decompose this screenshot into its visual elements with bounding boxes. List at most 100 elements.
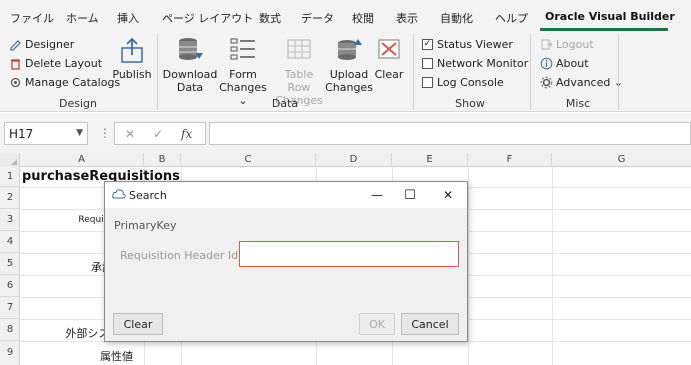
eraser-icon (372, 34, 406, 66)
row-header[interactable]: 6 (0, 275, 20, 297)
row-header[interactable]: 7 (0, 297, 20, 319)
column-header[interactable]: B (144, 153, 181, 167)
tab-data[interactable]: データ (301, 10, 334, 26)
log-console-checkbox[interactable]: Log Console (422, 73, 504, 91)
ribbon: Designer Delete Layout Manage Catalogs P… (0, 32, 691, 120)
row-header[interactable]: 9 (0, 341, 20, 365)
designer-label: Designer (25, 37, 75, 51)
publish-button[interactable]: Publish (112, 34, 152, 81)
tab-review[interactable]: 校閲 (352, 10, 374, 26)
column-header[interactable]: C (181, 153, 316, 167)
dialog-titlebar[interactable]: Search — ☐ ✕ (105, 182, 467, 208)
row-header[interactable]: 1 (0, 167, 20, 187)
clear-button[interactable]: Clear (372, 34, 406, 81)
tab-page-layout[interactable]: ページ レイアウト (162, 10, 253, 26)
logout-icon (540, 38, 553, 51)
database-upload-icon (332, 34, 366, 66)
designer-button[interactable]: Designer (9, 35, 74, 53)
cancel-entry-icon[interactable]: ✕ (125, 127, 135, 141)
data-group-label: Data (271, 97, 299, 110)
tab-help[interactable]: ヘルプ (495, 10, 528, 26)
gear-icon (540, 76, 553, 89)
upload-changes-label-1: Upload (329, 68, 369, 81)
form-changes-label-1: Form (229, 68, 257, 81)
dialog-title: Search (129, 189, 167, 202)
manage-catalogs-label: Manage Catalogs (25, 75, 121, 89)
table-grid-icon (282, 34, 316, 66)
delete-layout-button[interactable]: Delete Layout (9, 54, 102, 72)
designer-icon (9, 38, 22, 51)
ok-button[interactable]: OK (359, 313, 395, 335)
search-dialog: Search — ☐ ✕ PrimaryKey Requisition Head… (104, 181, 468, 342)
row-headers: 1 2 3 4 5 6 7 8 9 (0, 167, 20, 365)
tab-home[interactable]: ホーム (66, 10, 99, 26)
tab-insert[interactable]: 挿入 (117, 10, 139, 26)
column-header[interactable]: F (468, 153, 552, 167)
tab-oracle-visual-builder[interactable]: Oracle Visual Builder (545, 10, 675, 23)
publish-label: Publish (112, 68, 152, 81)
more-options-icon[interactable]: ⋮ (99, 126, 111, 140)
row-header[interactable]: 4 (0, 231, 20, 253)
dialog-clear-button[interactable]: Clear (113, 313, 163, 335)
row-header[interactable]: 8 (0, 319, 20, 341)
column-header[interactable]: A (20, 153, 144, 167)
row-header[interactable]: 5 (0, 253, 20, 275)
row-header[interactable]: 2 (0, 187, 20, 209)
download-data-label-2: Data (176, 81, 204, 94)
column-header[interactable]: D (316, 153, 392, 167)
tab-file[interactable]: ファイル (10, 10, 54, 26)
network-monitor-label: Network Monitor (437, 56, 529, 70)
group-divider (157, 34, 158, 110)
grid-line (552, 167, 553, 365)
requisition-header-id-input[interactable] (239, 241, 459, 267)
status-viewer-checkbox[interactable]: ✓ Status Viewer (422, 35, 513, 53)
tab-automate[interactable]: 自動化 (440, 10, 473, 26)
logout-label: Logout (556, 37, 594, 51)
column-headers: A B C D E F G (0, 153, 691, 167)
clear-label: Clear (374, 68, 404, 81)
minimize-icon[interactable]: — (362, 185, 392, 205)
name-box[interactable]: H17 ▼ (4, 122, 88, 145)
column-header[interactable]: G (552, 153, 691, 167)
group-divider (618, 34, 619, 110)
publish-icon (115, 34, 149, 66)
formula-input[interactable] (209, 122, 691, 145)
checkbox-unchecked-icon (422, 76, 433, 88)
delete-layout-label: Delete Layout (25, 56, 103, 70)
manage-catalogs-button[interactable]: Manage Catalogs (9, 73, 120, 91)
tab-formulas[interactable]: 数式 (259, 10, 281, 26)
cancel-button[interactable]: Cancel (401, 313, 459, 335)
cell-a9[interactable]: 属性値 (22, 348, 133, 364)
checkbox-unchecked-icon (422, 57, 433, 69)
advanced-button[interactable]: Advanced ⌄ (540, 73, 623, 91)
insert-function-icon[interactable]: fx (181, 127, 192, 141)
about-button[interactable]: About (540, 54, 589, 72)
select-all-corner[interactable] (0, 153, 20, 167)
show-group-label: Show (455, 97, 485, 110)
row-header[interactable]: 3 (0, 209, 20, 231)
formula-bar: H17 ▼ ⋮ ✕ ✓ fx (0, 113, 691, 153)
download-data-label-1: Download (162, 68, 218, 81)
close-icon[interactable]: ✕ (433, 185, 463, 205)
about-label: About (556, 56, 589, 70)
table-row-changes-label-1: Table Row (284, 68, 314, 94)
confirm-entry-icon[interactable]: ✓ (153, 127, 163, 141)
maximize-icon[interactable]: ☐ (395, 185, 425, 205)
info-icon (540, 57, 553, 70)
design-group-label: Design (59, 97, 97, 110)
column-header[interactable]: E (392, 153, 468, 167)
download-data-button[interactable]: Download Data (163, 34, 217, 94)
checkbox-checked-icon: ✓ (422, 38, 433, 50)
database-download-icon (173, 34, 207, 66)
formula-buttons: ✕ ✓ fx (114, 122, 206, 145)
trash-icon (9, 57, 22, 70)
tab-view[interactable]: 表示 (396, 10, 418, 26)
upload-changes-button[interactable]: Upload Changes (325, 34, 373, 94)
chevron-down-icon[interactable]: ▼ (76, 128, 83, 138)
status-viewer-label: Status Viewer (437, 37, 513, 51)
logout-button[interactable]: Logout (540, 35, 594, 53)
network-monitor-checkbox[interactable]: Network Monitor (422, 54, 528, 72)
group-divider (530, 34, 531, 110)
requisition-header-id-label: Requisition Header Id* (120, 249, 244, 262)
group-divider (413, 34, 414, 110)
